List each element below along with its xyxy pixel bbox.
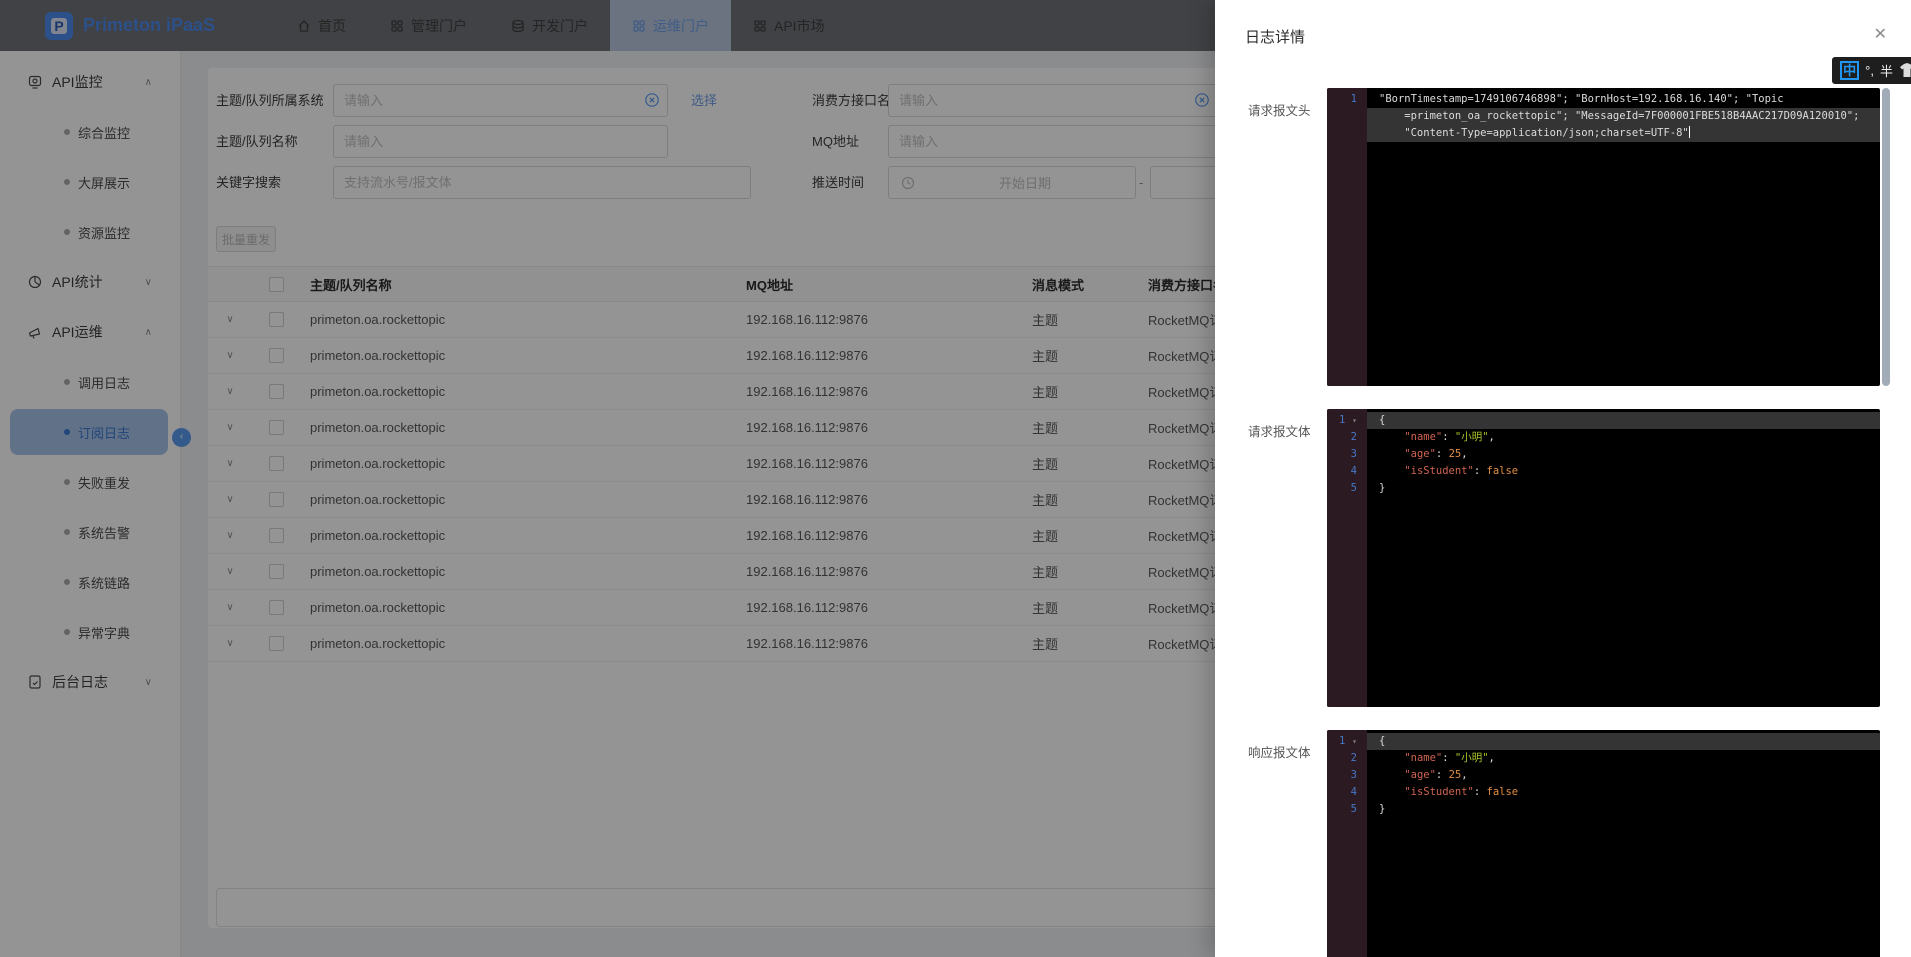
code-token: [1379, 769, 1404, 781]
line-number: 3: [1327, 446, 1357, 463]
drawer-scrollbar-thumb[interactable]: [1882, 88, 1890, 386]
code-token: "age": [1404, 769, 1436, 781]
code-lines: 1 "BornTimestamp=1749106746898"; "BornHos…: [1327, 88, 1880, 142]
code-editor-response-body[interactable]: 1 ▾{2 "name": "小明",3 "age": 25,4 "isStud…: [1327, 730, 1880, 957]
code-token: 25: [1449, 448, 1462, 460]
code-line: 2 "name": "小明",: [1327, 429, 1880, 446]
code-line: 4 "isStudent": false: [1327, 784, 1880, 801]
line-number: 1: [1327, 91, 1357, 108]
app-root: Primeton iPaaS 首页 管理门户 开发门户 运维门户 API市场: [0, 0, 1911, 957]
code-token: false: [1487, 465, 1519, 477]
ime-halfwidth-icon[interactable]: 半: [1880, 61, 1893, 80]
code-token: "Content-Type=application/json;charset=U…: [1379, 127, 1689, 139]
line-number: 4: [1327, 463, 1357, 480]
code-token: "小明": [1455, 431, 1489, 443]
line-number: 1 ▾: [1327, 412, 1357, 429]
code-token: {: [1379, 414, 1385, 426]
section-request-header: 请求报文头 1 "BornTimestamp=1749106746898"; "B…: [1215, 88, 1911, 386]
code-line: "Content-Type=application/json;charset=U…: [1327, 125, 1880, 142]
section-request-body: 请求报文体 1 ▾{2 "name": "小明",3 "age": 25,4 "…: [1215, 409, 1911, 707]
code-token: ,: [1461, 448, 1467, 460]
code-token: [1379, 752, 1404, 764]
section-response-body: 响应报文体 1 ▾{2 "name": "小明",3 "age": 25,4 "…: [1215, 730, 1911, 957]
code-token: =primeton_oa_rockettopic"; "MessageId=7F…: [1379, 110, 1859, 122]
code-line: 1 ▾ {: [1327, 733, 1880, 750]
code-token: ,: [1489, 431, 1495, 443]
line-number: 2: [1327, 750, 1357, 767]
code-editor-request-body[interactable]: 1 ▾{2 "name": "小明",3 "age": 25,4 "isStud…: [1327, 409, 1880, 707]
line-number: 5: [1327, 801, 1357, 818]
code-line: 1 "BornTimestamp=1749106746898"; "BornHos…: [1327, 91, 1880, 108]
code-token: :: [1474, 786, 1487, 798]
text-cursor: [1689, 126, 1690, 138]
code-lines: 1 ▾{2 "name": "小明",3 "age": 25,4 "isStud…: [1327, 409, 1880, 497]
section-label: 响应报文体: [1215, 730, 1327, 957]
code-token: "name": [1404, 752, 1442, 764]
code-token: :: [1436, 769, 1449, 781]
ime-status-bar[interactable]: 中 °, 半: [1832, 57, 1911, 84]
section-label: 请求报文头: [1215, 88, 1327, 386]
code-token: [1379, 431, 1404, 443]
code-line: 5}: [1327, 801, 1880, 818]
fold-caret-icon[interactable]: ▾: [1347, 737, 1357, 746]
code-token: "小明": [1455, 752, 1489, 764]
code-line: 2 "name": "小明",: [1327, 750, 1880, 767]
code-line: 3 "age": 25,: [1327, 446, 1880, 463]
code-token: [1379, 465, 1404, 477]
code-token: ,: [1489, 752, 1495, 764]
line-number: 4: [1327, 784, 1357, 801]
ime-skin-shirt-icon[interactable]: [1899, 63, 1911, 78]
code-line: 1 ▾ {: [1327, 412, 1880, 429]
code-token: :: [1442, 752, 1455, 764]
line-number: 1 ▾: [1327, 733, 1357, 750]
drawer-body: 请求报文头 1 "BornTimestamp=1749106746898"; "B…: [1215, 88, 1911, 957]
code-token: "name": [1404, 431, 1442, 443]
code-token: 25: [1449, 769, 1462, 781]
code-line: 4 "isStudent": false: [1327, 463, 1880, 480]
code-token: :: [1442, 431, 1455, 443]
fold-caret-icon[interactable]: ▾: [1347, 416, 1357, 425]
close-icon[interactable]: ✕: [1874, 24, 1887, 44]
code-token: false: [1487, 786, 1519, 798]
code-lines: 1 ▾{2 "name": "小明",3 "age": 25,4 "isStud…: [1327, 730, 1880, 818]
code-line: =primeton_oa_rockettopic"; "MessageId=7F…: [1327, 108, 1880, 125]
code-token: "BornTimestamp=1749106746898"; "BornHost…: [1379, 93, 1784, 105]
line-number: 5: [1327, 480, 1357, 497]
log-detail-drawer: 日志详情 ✕ 请求报文头 1 "BornTimestamp=17491067468…: [1215, 0, 1911, 957]
code-line: 5}: [1327, 480, 1880, 497]
section-label: 请求报文体: [1215, 409, 1327, 707]
code-token: {: [1379, 735, 1385, 747]
code-token: }: [1379, 803, 1385, 815]
code-token: "isStudent": [1404, 786, 1474, 798]
code-token: [1379, 786, 1404, 798]
code-token: ,: [1461, 769, 1467, 781]
line-number: 3: [1327, 767, 1357, 784]
drawer-title: 日志详情: [1245, 26, 1305, 47]
code-token: "age": [1404, 448, 1436, 460]
code-token: :: [1474, 465, 1487, 477]
ime-punctuation-icon[interactable]: °,: [1865, 63, 1874, 78]
line-number: 2: [1327, 429, 1357, 446]
ime-chinese-mode-icon[interactable]: 中: [1840, 61, 1859, 80]
code-token: [1379, 448, 1404, 460]
code-token: "isStudent": [1404, 465, 1474, 477]
code-token: :: [1436, 448, 1449, 460]
code-editor-request-header[interactable]: 1 "BornTimestamp=1749106746898"; "BornHos…: [1327, 88, 1880, 386]
code-line: 3 "age": 25,: [1327, 767, 1880, 784]
code-token: }: [1379, 482, 1385, 494]
